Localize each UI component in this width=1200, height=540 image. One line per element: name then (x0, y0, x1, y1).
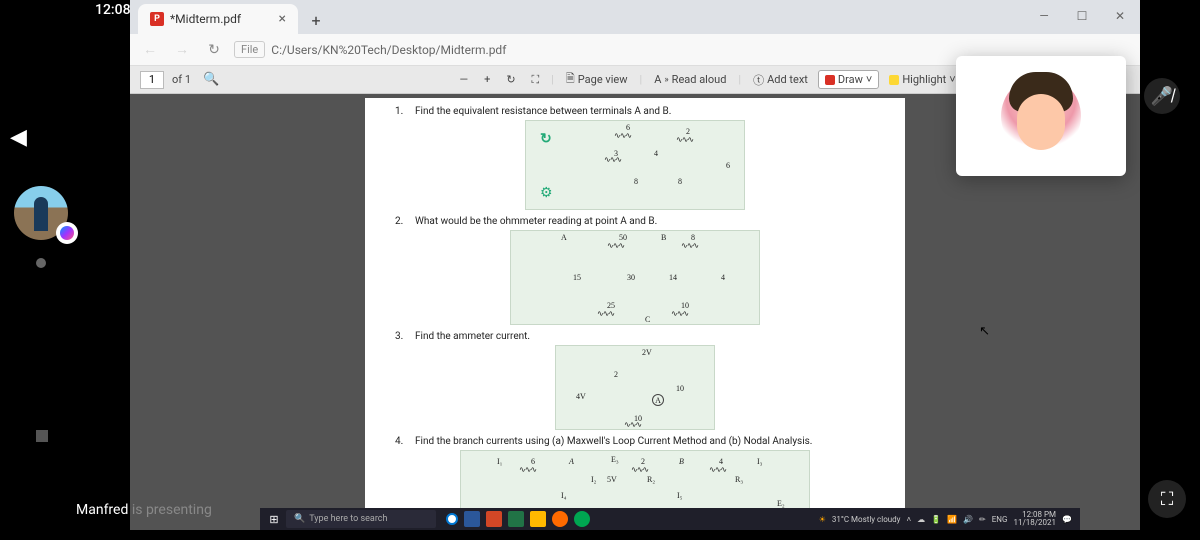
taskbar-search[interactable]: 🔍 Type here to search (286, 510, 436, 528)
messenger-badge-icon[interactable] (56, 222, 78, 244)
mic-mute-button[interactable]: 🎤̸ (1144, 78, 1180, 114)
wifi-icon[interactable]: 📶 (947, 515, 957, 524)
weather-text[interactable]: 31°C Mostly cloudy (832, 515, 901, 524)
tab-bar: P *Midterm.pdf × + — ☐ ✕ (130, 0, 1140, 34)
close-window-button[interactable]: ✕ (1106, 4, 1134, 28)
minimize-button[interactable]: — (1030, 4, 1058, 28)
circuit-1: ↻ ⚙ 6 ∿∿∿ 2 ∿∿∿ 3 ∿∿∿ 4 6 8 8 (525, 120, 745, 210)
circuit-2: A 50 ∿∿∿ B 8 ∿∿∿ 15 30 14 4 25 ∿∿∿ 10 ∿∿… (510, 230, 760, 325)
close-icon[interactable]: × (279, 11, 286, 27)
browser-forward-button[interactable]: → (170, 38, 194, 62)
powerpoint-icon[interactable] (486, 511, 502, 527)
square-indicator (36, 430, 48, 442)
grid-icon: ⛶ (1161, 489, 1174, 510)
browser-icon[interactable] (552, 511, 568, 527)
taskbar: ⊞ 🔍 Type here to search ☀ 31°C Mostly cl… (260, 508, 1080, 530)
search-icon: 🔍 (294, 514, 305, 524)
pdf-file-icon: P (150, 12, 164, 26)
start-button[interactable]: ⊞ (264, 509, 284, 529)
fit-button[interactable]: ⛶ (526, 71, 546, 89)
browser-refresh-button[interactable]: ↻ (202, 38, 226, 62)
cortana-icon[interactable] (446, 513, 458, 525)
maximize-button[interactable]: ☐ (1068, 4, 1096, 28)
volume-icon[interactable]: 🔊 (963, 515, 973, 524)
ime-icon[interactable]: ✏ (979, 515, 986, 524)
video-participant[interactable] (956, 56, 1126, 176)
app-icon[interactable] (574, 511, 590, 527)
problem-2: 2.What would be the ohmmeter reading at … (395, 216, 875, 325)
search-placeholder: Type here to search (309, 514, 387, 524)
highlight-button[interactable]: Highlight ˅ (883, 71, 961, 88)
problem-1: 1.Find the equivalent resistance between… (395, 106, 875, 210)
weather-icon: ☀ (819, 515, 826, 524)
participant-face (1001, 76, 1081, 156)
circuit-3: 2V 2 4V 10 A 10 ∿∿∿ (555, 345, 715, 430)
file-badge: File (234, 41, 265, 58)
mic-off-icon: 🎤̸ (1151, 86, 1173, 107)
gear-icon: ⚙ (540, 185, 553, 201)
problem-3: 3.Find the ammeter current. 2V 2 4V 10 A… (395, 331, 875, 430)
add-text-button[interactable]: ⓣ Add text (747, 70, 814, 90)
exit-fullscreen-button[interactable]: ⛶ (1148, 480, 1186, 518)
cursor-icon: ↖ (979, 324, 990, 339)
refresh-icon: ↻ (540, 131, 552, 147)
search-icon[interactable]: 🔍 (203, 72, 219, 87)
page-number-input[interactable] (140, 71, 164, 89)
read-aloud-button[interactable]: A» Read aloud (648, 71, 732, 88)
notifications-icon[interactable]: 💬 (1062, 515, 1072, 524)
onedrive-icon[interactable]: ☁ (917, 515, 925, 524)
power-icon[interactable]: 🔋 (931, 515, 941, 524)
language-label[interactable]: ENG (992, 515, 1008, 524)
zoom-out-button[interactable]: — (453, 71, 474, 88)
pdf-page: 1.Find the equivalent resistance between… (365, 98, 905, 530)
page-count-label: of 1 (172, 73, 191, 86)
device-time: 12:08 (95, 2, 131, 18)
browser-back-button[interactable]: ← (138, 38, 162, 62)
tab-title: *Midterm.pdf (170, 12, 241, 26)
zoom-in-button[interactable]: + (478, 71, 496, 88)
dot-indicator (36, 258, 46, 268)
taskbar-icons (446, 511, 590, 527)
excel-icon[interactable] (508, 511, 524, 527)
address-path: C:/Users/KN%20Tech/Desktop/Midterm.pdf (271, 43, 506, 57)
page-view-button[interactable]: 🗎 Page view (560, 68, 634, 91)
back-arrow-icon[interactable]: ◀ (10, 125, 27, 150)
tray-chevron-icon[interactable]: ˄ (906, 515, 911, 524)
draw-button[interactable]: Draw ˅ (818, 70, 879, 89)
tab-midterm[interactable]: P *Midterm.pdf × (138, 4, 298, 34)
new-tab-button[interactable]: + (302, 6, 330, 34)
rotate-button[interactable]: ↻ (500, 71, 521, 88)
file-explorer-icon[interactable] (530, 511, 546, 527)
word-icon[interactable] (464, 511, 480, 527)
taskbar-clock[interactable]: 12:08 PM 11/18/2021 (1013, 511, 1056, 527)
presenting-label: Manfred is presenting (76, 502, 212, 518)
